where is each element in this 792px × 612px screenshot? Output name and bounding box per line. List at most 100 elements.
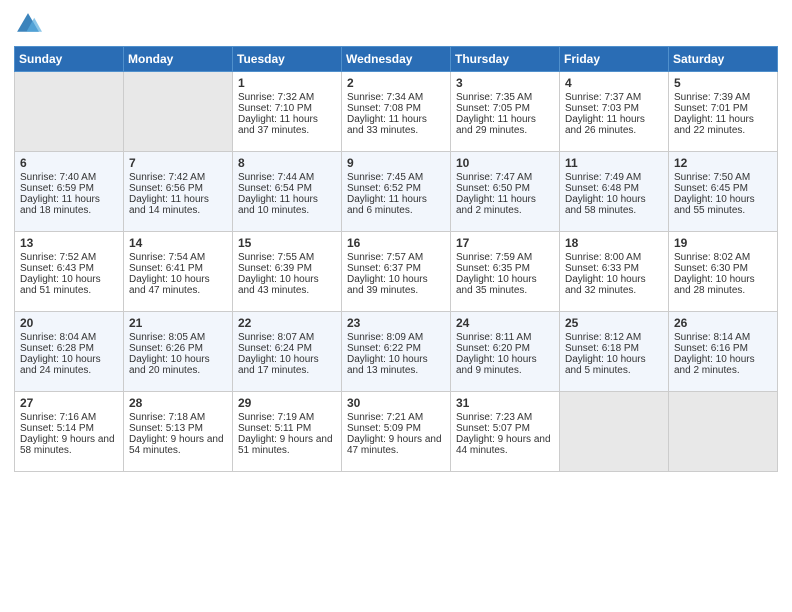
day-number: 21 (129, 316, 227, 330)
sunset-text: Sunset: 5:13 PM (129, 423, 227, 434)
calendar-cell: 8Sunrise: 7:44 AMSunset: 6:54 PMDaylight… (233, 152, 342, 232)
calendar-cell: 9Sunrise: 7:45 AMSunset: 6:52 PMDaylight… (342, 152, 451, 232)
daylight-text: Daylight: 10 hours and 32 minutes. (565, 274, 663, 296)
sunrise-text: Sunrise: 7:19 AM (238, 412, 336, 423)
sunrise-text: Sunrise: 7:40 AM (20, 172, 118, 183)
sunrise-text: Sunrise: 7:32 AM (238, 92, 336, 103)
day-number: 5 (674, 76, 772, 90)
sunset-text: Sunset: 5:07 PM (456, 423, 554, 434)
col-header-monday: Monday (124, 47, 233, 72)
calendar-cell (15, 72, 124, 152)
day-number: 20 (20, 316, 118, 330)
sunset-text: Sunset: 6:33 PM (565, 263, 663, 274)
sunset-text: Sunset: 6:56 PM (129, 183, 227, 194)
daylight-text: Daylight: 11 hours and 37 minutes. (238, 114, 336, 136)
daylight-text: Daylight: 10 hours and 2 minutes. (674, 354, 772, 376)
week-row-3: 13Sunrise: 7:52 AMSunset: 6:43 PMDayligh… (15, 232, 778, 312)
calendar-cell: 22 Sunrise: 8:07 AMSunset: 6:24 PMDayligh… (233, 312, 342, 392)
sunset-text: Sunset: 7:03 PM (565, 103, 663, 114)
daylight-text: Daylight: 9 hours and 44 minutes. (456, 434, 554, 456)
sunrise-text: Sunrise: 7:35 AM (456, 92, 554, 103)
calendar-cell: 27Sunrise: 7:16 AMSunset: 5:14 PMDayligh… (15, 392, 124, 472)
col-header-thursday: Thursday (451, 47, 560, 72)
daylight-text: Daylight: 11 hours and 22 minutes. (674, 114, 772, 136)
daylight-text: Daylight: 11 hours and 14 minutes. (129, 194, 227, 216)
week-row-2: 6Sunrise: 7:40 AMSunset: 6:59 PMDaylight… (15, 152, 778, 232)
calendar-cell: 14Sunrise: 7:54 AMSunset: 6:41 PMDayligh… (124, 232, 233, 312)
day-number: 16 (347, 236, 445, 250)
sunrise-text: Sunrise: 7:55 AM (238, 252, 336, 263)
day-number: 28 (129, 396, 227, 410)
sunset-text: Sunset: 6:26 PM (129, 343, 227, 354)
sunset-text: Sunset: 5:11 PM (238, 423, 336, 434)
calendar-cell: 18Sunrise: 8:00 AMSunset: 6:33 PMDayligh… (560, 232, 669, 312)
sunset-text: Sunset: 6:28 PM (20, 343, 118, 354)
calendar-cell (560, 392, 669, 472)
sunset-text: Sunset: 5:14 PM (20, 423, 118, 434)
sunset-text: Sunset: 6:24 PM (238, 343, 336, 354)
sunset-text: Sunset: 5:09 PM (347, 423, 445, 434)
daylight-text: Daylight: 10 hours and 39 minutes. (347, 274, 445, 296)
header-row: SundayMondayTuesdayWednesdayThursdayFrid… (15, 47, 778, 72)
sunset-text: Sunset: 6:39 PM (238, 263, 336, 274)
logo (14, 10, 46, 38)
day-number: 2 (347, 76, 445, 90)
daylight-text: Daylight: 9 hours and 54 minutes. (129, 434, 227, 456)
day-number: 3 (456, 76, 554, 90)
col-header-tuesday: Tuesday (233, 47, 342, 72)
sunrise-text: Sunrise: 7:21 AM (347, 412, 445, 423)
day-number: 15 (238, 236, 336, 250)
calendar-cell: 20Sunrise: 8:04 AMSunset: 6:28 PMDayligh… (15, 312, 124, 392)
daylight-text: Daylight: 10 hours and 55 minutes. (674, 194, 772, 216)
calendar-cell: 4Sunrise: 7:37 AMSunset: 7:03 PMDaylight… (560, 72, 669, 152)
col-header-friday: Friday (560, 47, 669, 72)
sunrise-text: Sunrise: 8:12 AM (565, 332, 663, 343)
daylight-text: Daylight: 10 hours and 58 minutes. (565, 194, 663, 216)
sunrise-text: Sunrise: 7:50 AM (674, 172, 772, 183)
sunrise-text: Sunrise: 8:02 AM (674, 252, 772, 263)
day-number: 13 (20, 236, 118, 250)
day-number: 8 (238, 156, 336, 170)
daylight-text: Daylight: 11 hours and 33 minutes. (347, 114, 445, 136)
sunrise-text: Sunrise: 7:18 AM (129, 412, 227, 423)
calendar-cell (669, 392, 778, 472)
daylight-text: Daylight: 9 hours and 58 minutes. (20, 434, 118, 456)
calendar-cell: 31Sunrise: 7:23 AMSunset: 5:07 PMDayligh… (451, 392, 560, 472)
day-number: 22 (238, 316, 336, 330)
calendar-cell: 11Sunrise: 7:49 AMSunset: 6:48 PMDayligh… (560, 152, 669, 232)
daylight-text: Daylight: 11 hours and 18 minutes. (20, 194, 118, 216)
calendar-page: SundayMondayTuesdayWednesdayThursdayFrid… (0, 0, 792, 612)
daylight-text: Daylight: 11 hours and 29 minutes. (456, 114, 554, 136)
calendar-cell: 19Sunrise: 8:02 AMSunset: 6:30 PMDayligh… (669, 232, 778, 312)
sunrise-text: Sunrise: 7:57 AM (347, 252, 445, 263)
sunrise-text: Sunrise: 7:42 AM (129, 172, 227, 183)
logo-icon (14, 10, 42, 38)
daylight-text: Daylight: 10 hours and 17 minutes. (238, 354, 336, 376)
col-header-wednesday: Wednesday (342, 47, 451, 72)
sunset-text: Sunset: 6:18 PM (565, 343, 663, 354)
daylight-text: Daylight: 10 hours and 28 minutes. (674, 274, 772, 296)
sunset-text: Sunset: 6:30 PM (674, 263, 772, 274)
day-number: 23 (347, 316, 445, 330)
day-number: 26 (674, 316, 772, 330)
calendar-cell: 21Sunrise: 8:05 AMSunset: 6:26 PMDayligh… (124, 312, 233, 392)
daylight-text: Daylight: 10 hours and 43 minutes. (238, 274, 336, 296)
calendar-cell: 23Sunrise: 8:09 AMSunset: 6:22 PMDayligh… (342, 312, 451, 392)
calendar-cell: 6Sunrise: 7:40 AMSunset: 6:59 PMDaylight… (15, 152, 124, 232)
day-number: 29 (238, 396, 336, 410)
day-number: 4 (565, 76, 663, 90)
day-number: 12 (674, 156, 772, 170)
daylight-text: Daylight: 10 hours and 51 minutes. (20, 274, 118, 296)
sunrise-text: Sunrise: 8:04 AM (20, 332, 118, 343)
calendar-cell: 10Sunrise: 7:47 AMSunset: 6:50 PMDayligh… (451, 152, 560, 232)
week-row-5: 27Sunrise: 7:16 AMSunset: 5:14 PMDayligh… (15, 392, 778, 472)
calendar-cell: 7Sunrise: 7:42 AMSunset: 6:56 PMDaylight… (124, 152, 233, 232)
week-row-4: 20 Sunrise: 8:04 AMSunset: 6:28 PM Dayligh… (15, 312, 778, 392)
sunset-text: Sunset: 6:43 PM (20, 263, 118, 274)
sunrise-text: Sunrise: 8:09 AM (347, 332, 445, 343)
sunrise-text: Sunrise: 8:07 AM (238, 332, 336, 343)
sunrise-text: Sunrise: 7:54 AM (129, 252, 227, 263)
calendar-cell: 16Sunrise: 7:57 AMSunset: 6:37 PMDayligh… (342, 232, 451, 312)
sunset-text: Sunset: 6:52 PM (347, 183, 445, 194)
daylight-text: Daylight: 9 hours and 47 minutes. (347, 434, 445, 456)
